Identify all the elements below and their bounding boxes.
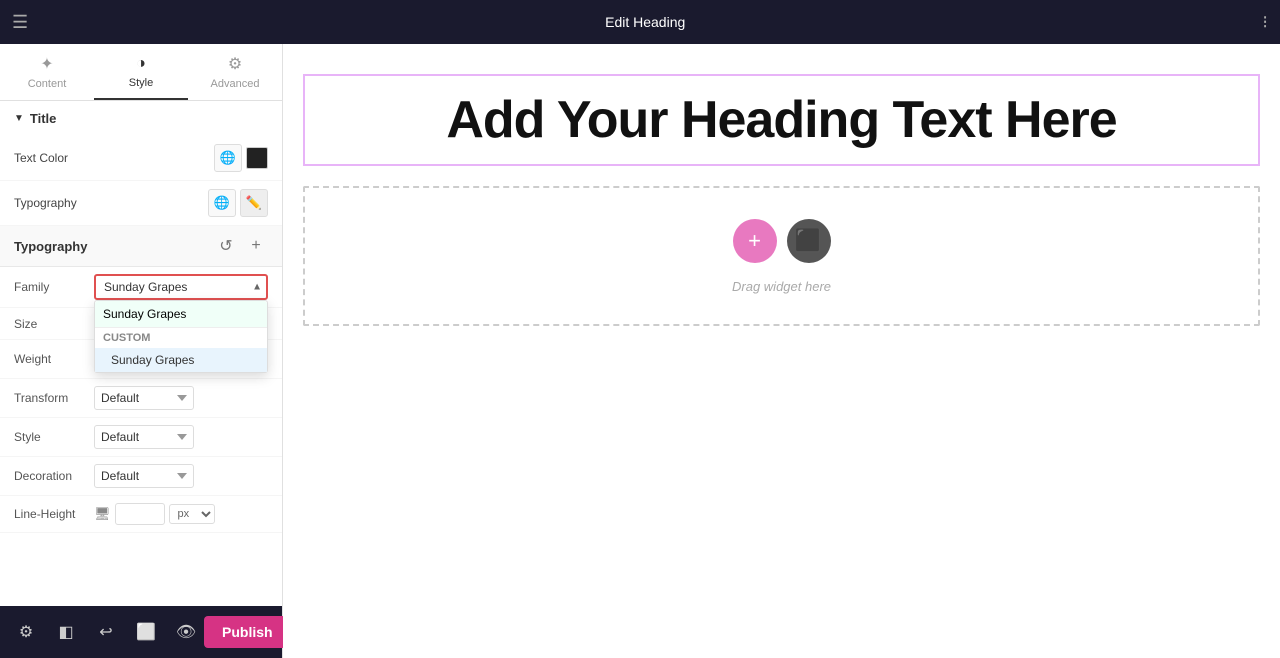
text-color-global-btn[interactable]: 🌐 [214, 144, 242, 172]
heading-text[interactable]: Add Your Heading Text Here [325, 90, 1238, 150]
family-option-sunday-grapes[interactable]: Sunday Grapes [95, 348, 267, 372]
text-color-swatch[interactable] [246, 147, 268, 169]
section-title: Title [30, 111, 57, 126]
typography-row: Typography 🌐 ✏️ [0, 181, 282, 226]
top-bar: ☰ Edit Heading ⁝ [0, 0, 1280, 44]
bottom-icons: ⚙ ◧ ↩ ⬜ 👁 [8, 614, 204, 650]
responsive-icon-btn[interactable]: ⬜ [128, 614, 164, 650]
left-panel: ✦ Content ◑ Style ⚙ Advanced ▼ Title [0, 44, 283, 658]
settings-icon-btn[interactable]: ⚙ [8, 614, 44, 650]
typography-header-actions: ↺ + [214, 234, 268, 258]
style-label: Style [14, 430, 94, 444]
line-height-input[interactable] [115, 503, 165, 525]
decoration-label: Decoration [14, 469, 94, 483]
folder-button[interactable]: ⬛ [787, 219, 831, 263]
bottom-toolbar: ⚙ ◧ ↩ ⬜ 👁 Publish ∧ [0, 606, 282, 658]
line-height-unit-select[interactable]: px em [169, 504, 215, 524]
canvas-area: Add Your Heading Text Here + ⬛ Drag widg… [283, 44, 1280, 658]
typography-controls: 🌐 ✏️ [208, 189, 268, 217]
panel-title: Edit Heading [605, 14, 685, 30]
drop-zone-actions: + ⬛ [733, 219, 831, 263]
family-row: Family Sunday Grapes ▲ Custom Sunday Gra… [0, 267, 282, 308]
transform-row: Transform Default [0, 379, 282, 418]
transform-select[interactable]: Default [94, 386, 194, 410]
history-icon-btn[interactable]: ↩ [88, 614, 124, 650]
typography-global-btn[interactable]: 🌐 [208, 189, 236, 217]
typography-section-title: Typography [14, 239, 87, 254]
text-color-controls: 🌐 [214, 144, 268, 172]
typography-reset-btn[interactable]: ↺ [214, 234, 238, 258]
heading-box: Add Your Heading Text Here [303, 74, 1260, 166]
line-height-label: Line-Height [14, 507, 94, 521]
style-row: Style Default [0, 418, 282, 457]
menu-icon[interactable]: ☰ [12, 12, 28, 33]
style-tab-label: Style [129, 77, 153, 89]
tab-advanced[interactable]: ⚙ Advanced [188, 44, 282, 100]
typography-add-btn[interactable]: + [244, 234, 268, 258]
add-widget-button[interactable]: + [733, 219, 777, 263]
style-select[interactable]: Default [94, 425, 194, 449]
decoration-row: Decoration Default [0, 457, 282, 496]
tab-style[interactable]: ◑ Style [94, 44, 188, 100]
title-section-header[interactable]: ▼ Title [0, 101, 282, 136]
tab-content[interactable]: ✦ Content [0, 44, 94, 100]
text-color-row: Text Color 🌐 [0, 136, 282, 181]
typography-label: Typography [14, 196, 77, 210]
preview-icon-btn[interactable]: 👁 [168, 614, 204, 650]
layers-icon-btn[interactable]: ◧ [48, 614, 84, 650]
advanced-tab-icon: ⚙ [228, 54, 242, 74]
chevron-down-icon: ▼ [14, 113, 24, 124]
grid-icon[interactable]: ⁝ [1262, 12, 1268, 33]
typography-subsection-header: Typography ↺ + [0, 226, 282, 267]
weight-label: Weight [14, 352, 94, 366]
transform-label: Transform [14, 391, 94, 405]
app-wrapper: ☰ Edit Heading ⁝ ✦ Content ◑ Style ⚙ Adv… [0, 0, 1280, 658]
advanced-tab-label: Advanced [211, 78, 260, 90]
panel-content: ▼ Title Text Color 🌐 Typography 🌐 [0, 101, 282, 606]
line-height-monitor-icon: 🖥 [94, 506, 111, 522]
line-height-control: 🖥 px em [94, 503, 215, 525]
family-dropdown[interactable]: Sunday Grapes [94, 274, 268, 300]
decoration-select[interactable]: Default [94, 464, 194, 488]
drop-zone[interactable]: + ⬛ Drag widget here [303, 186, 1260, 326]
drag-label: Drag widget here [732, 279, 831, 294]
family-dropdown-wrapper: Sunday Grapes ▲ Custom Sunday Grapes [94, 274, 268, 300]
content-tab-label: Content [28, 78, 67, 90]
content-tab-icon: ✦ [40, 54, 53, 74]
family-group-label: Custom [95, 328, 267, 348]
tabs: ✦ Content ◑ Style ⚙ Advanced [0, 44, 282, 101]
style-tab-icon: ◑ [136, 55, 146, 73]
publish-button[interactable]: Publish [204, 616, 291, 648]
family-label: Family [14, 280, 94, 294]
main-content: ✦ Content ◑ Style ⚙ Advanced ▼ Title [0, 44, 1280, 658]
typography-edit-btn[interactable]: ✏️ [240, 189, 268, 217]
family-dropdown-open: Custom Sunday Grapes [94, 300, 268, 373]
size-label: Size [14, 317, 94, 331]
text-color-label: Text Color [14, 151, 68, 165]
line-height-row: Line-Height 🖥 px em [0, 496, 282, 533]
family-search-input[interactable] [95, 301, 267, 328]
